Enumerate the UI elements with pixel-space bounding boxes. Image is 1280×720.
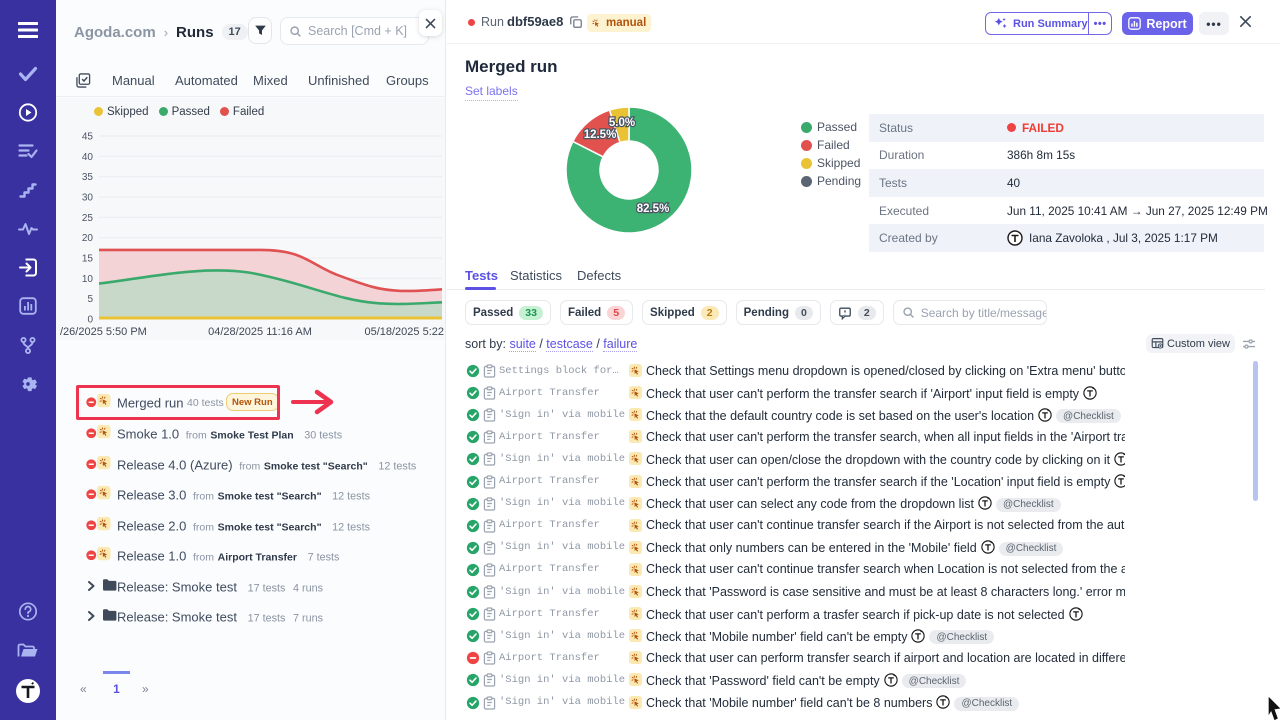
svg-text:05/18/2025 5:22: 05/18/2025 5:22 xyxy=(364,326,444,338)
svg-text:5: 5 xyxy=(87,294,93,305)
svg-text:15: 15 xyxy=(82,254,94,265)
svg-text:10: 10 xyxy=(82,274,94,285)
svg-text:0: 0 xyxy=(87,315,93,326)
svg-text:5.0%: 5.0% xyxy=(609,117,635,129)
svg-text:30: 30 xyxy=(82,193,94,204)
svg-text:04/28/2025 11:16 AM: 04/28/2025 11:16 AM xyxy=(208,326,312,338)
svg-text:82.5%: 82.5% xyxy=(637,203,670,215)
svg-text:40: 40 xyxy=(82,152,94,163)
svg-text:/26/2025 5:50 PM: /26/2025 5:50 PM xyxy=(60,326,147,338)
svg-text:20: 20 xyxy=(82,233,94,244)
svg-text:45: 45 xyxy=(82,132,94,143)
svg-text:35: 35 xyxy=(82,172,94,183)
svg-text:12.5%: 12.5% xyxy=(584,129,617,141)
svg-text:25: 25 xyxy=(82,213,94,224)
